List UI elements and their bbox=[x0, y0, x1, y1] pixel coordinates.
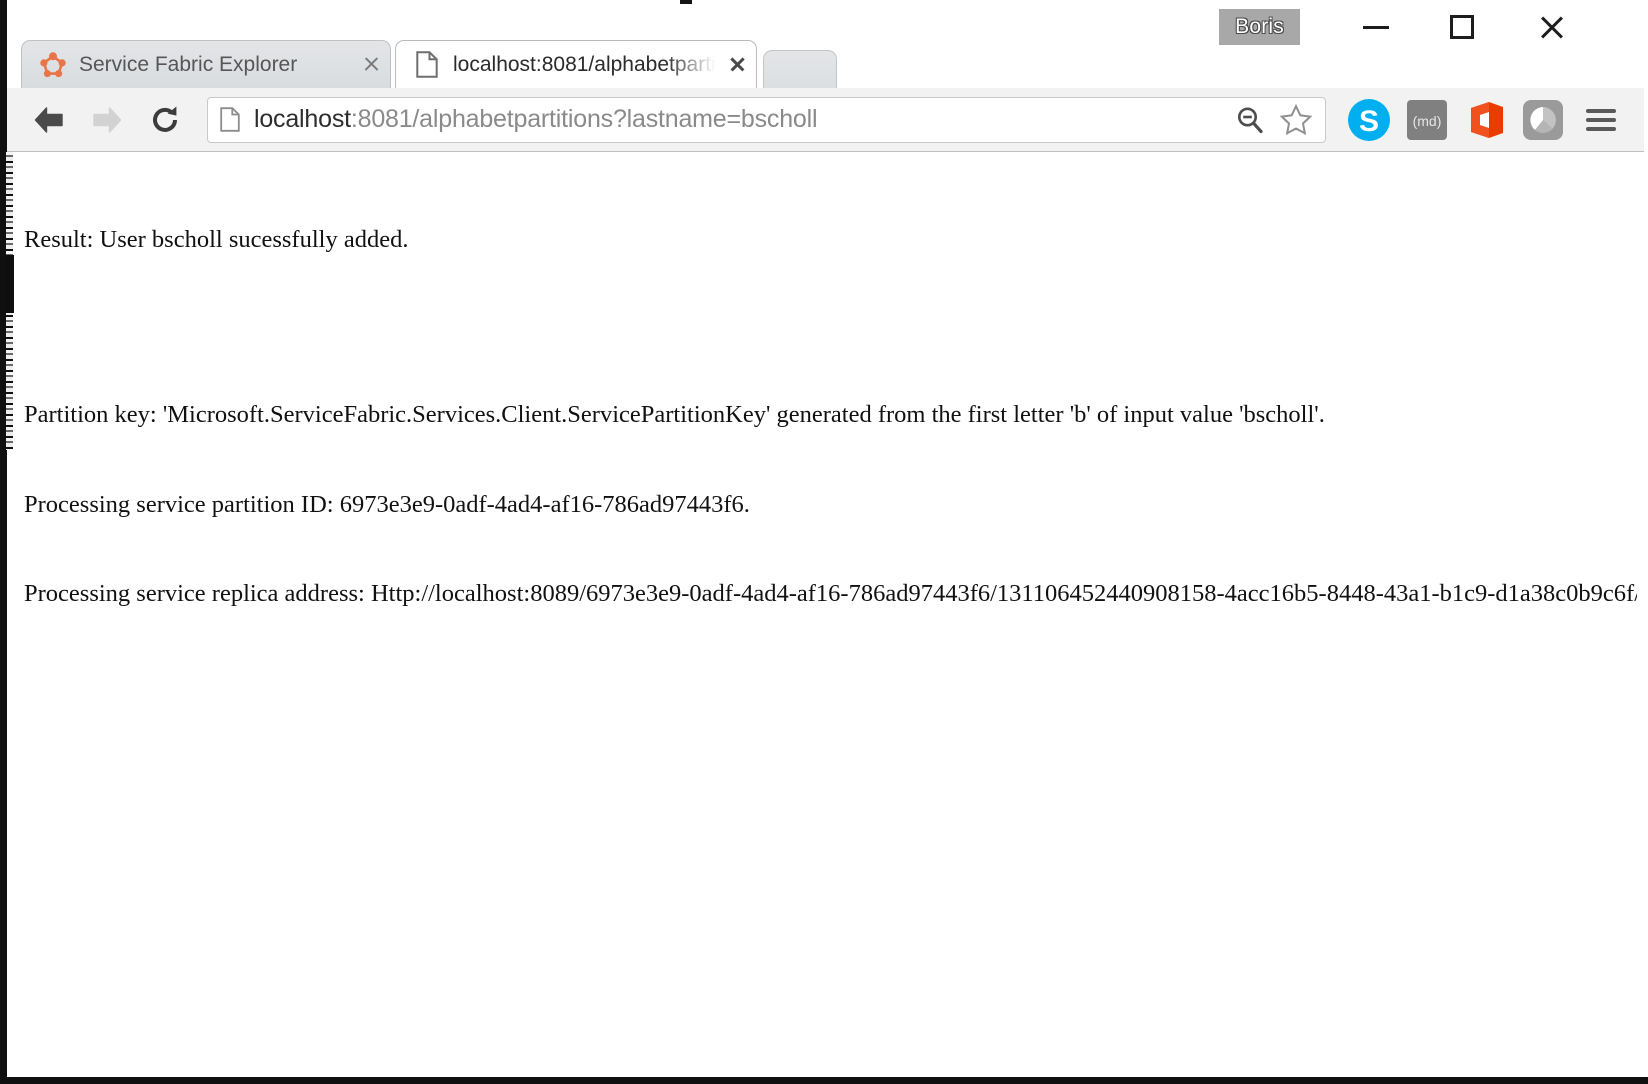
svg-text:(md): (md) bbox=[1413, 113, 1442, 129]
forward-button bbox=[79, 92, 135, 148]
tab-alphabetpartitions[interactable]: localhost:8081/alphabetpartitions bbox=[395, 40, 757, 88]
url-text: localhost:8081/alphabetpartitions?lastna… bbox=[254, 105, 1227, 134]
maximize-icon bbox=[1450, 15, 1474, 39]
page-document-icon bbox=[220, 107, 240, 132]
reload-icon bbox=[149, 104, 181, 136]
hamburger-menu-button[interactable] bbox=[1572, 91, 1630, 149]
back-button[interactable] bbox=[21, 92, 77, 148]
tab-strip: Service Fabric Explorer localhost:8081/a… bbox=[7, 38, 1644, 88]
tab-close-button[interactable] bbox=[352, 41, 390, 88]
close-icon bbox=[363, 56, 380, 73]
bookmark-star-icon[interactable] bbox=[1273, 97, 1319, 143]
office-extension-button[interactable] bbox=[1456, 91, 1514, 149]
browser-toolbar: localhost:8081/alphabetpartitions?lastna… bbox=[7, 88, 1644, 152]
service-fabric-icon bbox=[40, 51, 66, 78]
capture-edge-texture-dark bbox=[6, 255, 14, 313]
browser-window: Boris Service Fabric Explorer localhost:… bbox=[0, 0, 1648, 1084]
address-bar[interactable]: localhost:8081/alphabetpartitions?lastna… bbox=[207, 96, 1326, 143]
onedrive-extension-button[interactable] bbox=[1514, 91, 1572, 149]
tab-close-button[interactable] bbox=[718, 41, 756, 88]
page-viewport: Result: User bscholl sucessfully added. … bbox=[14, 153, 1637, 1077]
markdown-extension-button[interactable]: (md) bbox=[1398, 91, 1456, 149]
partition-key-line: Partition key: 'Microsoft.ServiceFabric.… bbox=[24, 401, 1325, 429]
new-tab-button[interactable] bbox=[763, 50, 837, 88]
tab-title: localhost:8081/alphabetpartitions bbox=[453, 52, 718, 76]
url-host: localhost bbox=[254, 105, 351, 133]
back-arrow-icon bbox=[32, 105, 66, 135]
zoom-out-icon[interactable] bbox=[1227, 97, 1273, 143]
replica-address-line: Processing service replica address: Http… bbox=[24, 580, 1637, 608]
office-icon bbox=[1471, 101, 1503, 138]
result-line: Result: User bscholl sucessfully added. bbox=[24, 225, 409, 253]
profile-name-label: Boris bbox=[1235, 15, 1284, 38]
tab-title: Service Fabric Explorer bbox=[79, 52, 298, 76]
close-icon bbox=[729, 56, 746, 73]
skype-extension-button[interactable]: S bbox=[1340, 91, 1398, 149]
url-path: :8081/alphabetpartitions?lastname=bschol… bbox=[350, 105, 818, 133]
page-document-icon bbox=[414, 51, 440, 78]
partition-id-line: Processing service partition ID: 6973e3e… bbox=[24, 490, 750, 518]
reload-button[interactable] bbox=[137, 92, 193, 148]
close-icon bbox=[1538, 13, 1566, 41]
onedrive-icon bbox=[1523, 99, 1563, 140]
capture-edge-bottom bbox=[0, 1077, 1648, 1084]
forward-arrow-icon bbox=[90, 105, 124, 135]
skype-icon: S bbox=[1348, 98, 1390, 141]
page-content: Result: User bscholl sucessfully added. … bbox=[14, 153, 1637, 669]
markdown-icon: (md) bbox=[1407, 99, 1447, 140]
hamburger-menu-icon bbox=[1586, 108, 1616, 131]
tab-service-fabric-explorer[interactable]: Service Fabric Explorer bbox=[21, 40, 391, 88]
minimize-icon bbox=[1363, 25, 1389, 29]
svg-text:S: S bbox=[1359, 105, 1379, 138]
